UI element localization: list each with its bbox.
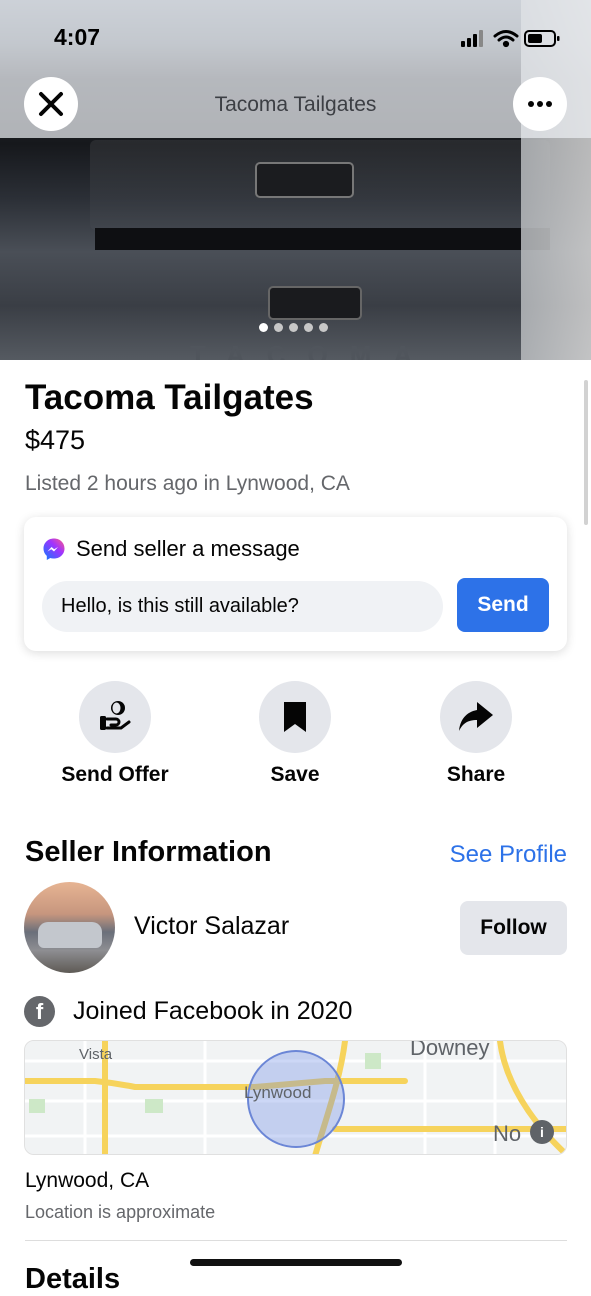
tailgate-handle bbox=[268, 286, 362, 320]
location-note: Location is approximate bbox=[25, 1202, 216, 1222]
location-map[interactable]: i Vista Lynwood Downey Norwalk bbox=[24, 1040, 567, 1155]
gallery-dot[interactable] bbox=[259, 323, 268, 332]
listing-price: $475 bbox=[25, 425, 86, 455]
divider bbox=[25, 1240, 567, 1241]
tailgate-lettering: TACOMA bbox=[190, 340, 435, 360]
follow-button[interactable]: Follow bbox=[460, 901, 567, 955]
joined-row: f Joined Facebook in 2020 bbox=[24, 996, 352, 1027]
seller-heading: Seller Information bbox=[25, 836, 272, 868]
camera-housing bbox=[255, 162, 354, 198]
hand-coin-icon bbox=[100, 701, 131, 730]
seller-name[interactable]: Victor Salazar bbox=[134, 912, 289, 941]
map-label: Lynwood bbox=[244, 1083, 312, 1102]
map-label: Norwalk bbox=[493, 1121, 521, 1146]
message-heading-row: Send seller a message bbox=[42, 536, 300, 562]
gallery-dot[interactable] bbox=[289, 323, 298, 332]
joined-text: Joined Facebook in 2020 bbox=[73, 997, 353, 1025]
bookmark-icon bbox=[284, 702, 306, 732]
see-profile-link[interactable]: See Profile bbox=[450, 841, 567, 869]
save-button[interactable] bbox=[259, 681, 331, 753]
listing-title: Tacoma Tailgates bbox=[25, 378, 314, 417]
more-options-button[interactable] bbox=[513, 77, 567, 131]
avatar[interactable] bbox=[24, 882, 115, 973]
top-bar-title: Tacoma Tailgates bbox=[214, 93, 377, 116]
map-label: Downey bbox=[410, 1040, 490, 1060]
gallery-dot[interactable] bbox=[319, 323, 328, 332]
share-button[interactable] bbox=[440, 681, 512, 753]
listing-meta: Listed 2 hours ago in Lynwood, CA bbox=[25, 472, 350, 495]
send-offer-label: Send Offer bbox=[61, 763, 169, 786]
send-offer-button[interactable] bbox=[79, 681, 151, 753]
status-time: 4:07 bbox=[54, 24, 101, 50]
signal-icon bbox=[461, 30, 483, 47]
more-icon bbox=[528, 101, 552, 107]
save-label: Save bbox=[270, 763, 320, 786]
facebook-icon: f bbox=[24, 996, 55, 1027]
scrollbar[interactable] bbox=[584, 380, 588, 525]
message-input[interactable]: Hello, is this still available? bbox=[42, 581, 443, 632]
gallery-dot[interactable] bbox=[274, 323, 283, 332]
status-icons bbox=[461, 30, 560, 48]
avatar-car bbox=[38, 922, 102, 948]
map-label: Vista bbox=[79, 1046, 113, 1063]
location-name: Lynwood, CA bbox=[25, 1169, 150, 1192]
top-bar bbox=[0, 0, 591, 138]
send-button[interactable]: Send bbox=[457, 578, 549, 632]
svg-text:i: i bbox=[540, 1124, 544, 1140]
details-heading: Details bbox=[25, 1263, 121, 1295]
share-arrow-icon bbox=[459, 702, 493, 731]
message-card: Send seller a message Hello, is this sti… bbox=[24, 517, 567, 651]
battery-icon bbox=[524, 30, 560, 47]
gallery-pagination bbox=[259, 323, 328, 332]
save-action[interactable]: Save bbox=[210, 681, 380, 787]
tailgate-band bbox=[95, 228, 550, 250]
gallery-dot[interactable] bbox=[304, 323, 313, 332]
send-offer-action[interactable]: Send Offer bbox=[30, 681, 200, 787]
share-action[interactable]: Share bbox=[391, 681, 561, 787]
message-heading: Send seller a message bbox=[76, 536, 300, 561]
messenger-icon bbox=[43, 538, 65, 560]
home-indicator[interactable] bbox=[190, 1259, 402, 1266]
share-label: Share bbox=[446, 763, 506, 786]
wifi-icon bbox=[493, 30, 519, 48]
